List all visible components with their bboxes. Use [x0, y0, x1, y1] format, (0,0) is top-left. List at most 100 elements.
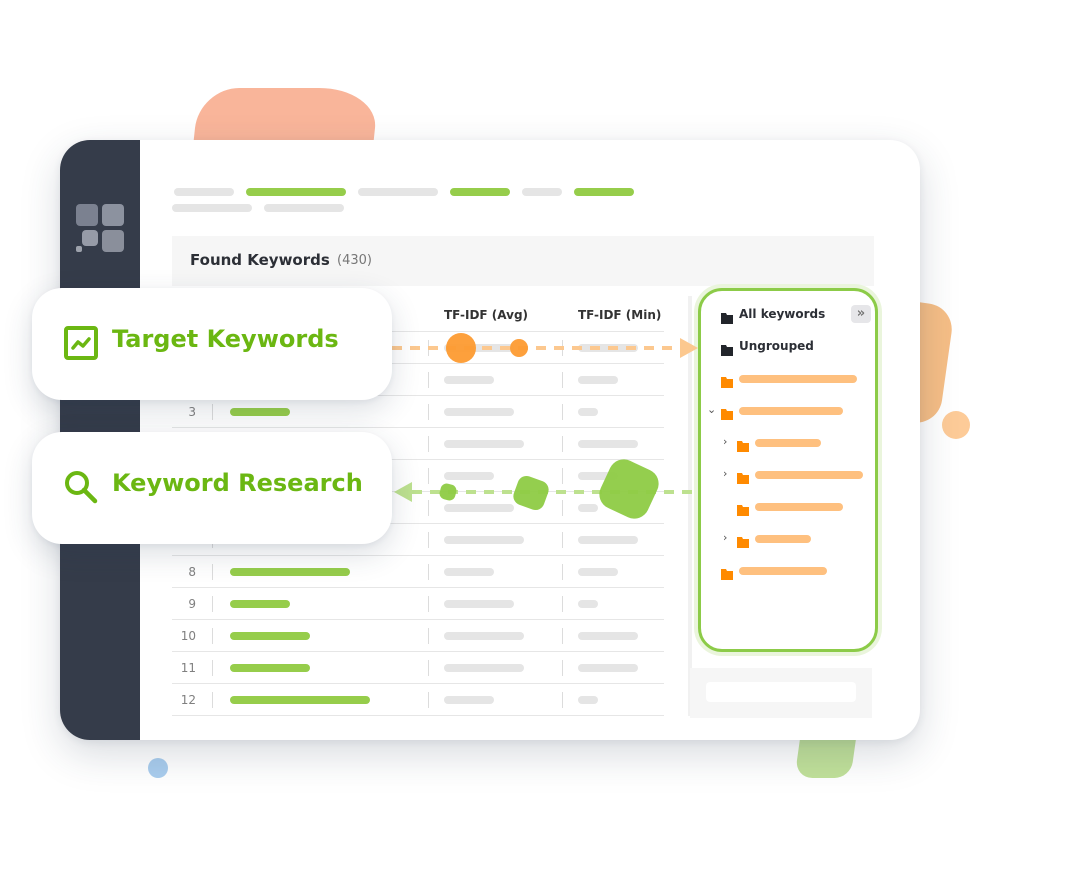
- keyword-placeholder: [230, 664, 310, 672]
- tfidf-min-placeholder: [578, 568, 618, 576]
- group-name-placeholder: [755, 535, 811, 543]
- row-number: 3: [188, 405, 196, 419]
- table-row[interactable]: 9: [172, 588, 664, 620]
- keyword-research-label: Keyword Research: [112, 469, 363, 497]
- keyword-placeholder: [230, 632, 310, 640]
- tree-item[interactable]: Ungrouped: [721, 339, 851, 356]
- table-row[interactable]: 3: [172, 396, 664, 428]
- column-separator: [212, 596, 213, 612]
- column-separator: [428, 532, 429, 548]
- column-separator: [428, 436, 429, 452]
- tfidf-avg-placeholder: [444, 440, 524, 448]
- column-separator: [428, 564, 429, 580]
- column-separator: [428, 692, 429, 708]
- keyword-research-card[interactable]: Keyword Research: [32, 432, 392, 544]
- tfidf-avg-placeholder: [444, 376, 494, 384]
- column-separator: [562, 500, 563, 516]
- tfidf-min-placeholder: [578, 504, 598, 512]
- row-number: 12: [180, 693, 196, 707]
- tfidf-avg-placeholder: [444, 344, 514, 352]
- column-separator: [212, 628, 213, 644]
- column-separator: [562, 372, 563, 388]
- tfidf-min-placeholder: [578, 696, 598, 704]
- column-separator: [428, 628, 429, 644]
- tfidf-avg-placeholder: [444, 504, 514, 512]
- keyword-placeholder: [230, 568, 350, 576]
- chevron-down-icon[interactable]: ⌄: [707, 403, 716, 416]
- tree-group-item[interactable]: ⌄: [707, 403, 871, 420]
- column-header-tfidf-avg[interactable]: TF-IDF (Avg): [444, 308, 528, 322]
- column-separator: [212, 692, 213, 708]
- keyword-placeholder: [230, 600, 290, 608]
- column-separator: [428, 596, 429, 612]
- column-separator: [562, 628, 563, 644]
- tree-group-item[interactable]: [721, 563, 871, 580]
- row-number: 9: [188, 597, 196, 611]
- folder-icon: [737, 437, 749, 452]
- column-separator: [212, 404, 213, 420]
- tfidf-min-placeholder: [578, 344, 638, 352]
- tree-group-item[interactable]: ›: [723, 531, 887, 548]
- column-separator: [428, 500, 429, 516]
- row-number: 11: [180, 661, 196, 675]
- tfidf-avg-placeholder: [444, 696, 494, 704]
- app-logo-icon[interactable]: [76, 204, 124, 252]
- decorative-dot: [942, 411, 970, 439]
- row-number: 10: [180, 629, 196, 643]
- folder-icon: [737, 469, 749, 484]
- tree-footer: [690, 668, 872, 718]
- folder-icon: [721, 373, 733, 388]
- tree-group-item[interactable]: ›: [723, 435, 887, 452]
- tfidf-avg-placeholder: [444, 408, 514, 416]
- group-name-placeholder: [755, 471, 863, 479]
- collapse-panel-button[interactable]: »: [851, 305, 871, 323]
- column-header-tfidf-min[interactable]: TF-IDF (Min): [578, 308, 661, 322]
- column-separator: [562, 340, 563, 356]
- tree-group-item[interactable]: [721, 371, 871, 388]
- tfidf-avg-placeholder: [444, 600, 514, 608]
- tree-group-item[interactable]: [737, 499, 887, 516]
- column-separator: [428, 660, 429, 676]
- group-name-placeholder: [739, 567, 827, 575]
- tfidf-min-placeholder: [578, 664, 638, 672]
- chevron-right-icon[interactable]: ›: [723, 435, 727, 448]
- column-separator: [212, 660, 213, 676]
- tfidf-avg-placeholder: [444, 632, 524, 640]
- column-separator: [562, 468, 563, 484]
- tree-group-item[interactable]: ›: [723, 467, 887, 484]
- column-separator: [562, 692, 563, 708]
- group-name-input[interactable]: [706, 682, 856, 702]
- panel-header: Found Keywords (430): [172, 236, 874, 286]
- folder-icon: [721, 565, 733, 580]
- column-separator: [562, 660, 563, 676]
- tfidf-min-placeholder: [578, 600, 598, 608]
- column-separator: [428, 372, 429, 388]
- column-separator: [562, 532, 563, 548]
- column-separator: [428, 468, 429, 484]
- keyword-groups-tree: » All keywords Ungrouped ⌄ › › ›: [698, 288, 878, 652]
- column-separator: [562, 596, 563, 612]
- tfidf-min-placeholder: [578, 472, 618, 480]
- tfidf-avg-placeholder: [444, 568, 494, 576]
- column-separator: [428, 340, 429, 356]
- target-keywords-label: Target Keywords: [112, 325, 339, 353]
- tree-scrollbar[interactable]: [688, 296, 692, 716]
- column-separator: [562, 436, 563, 452]
- tfidf-min-placeholder: [578, 376, 618, 384]
- chevron-right-icon[interactable]: ›: [723, 467, 727, 480]
- column-separator: [562, 404, 563, 420]
- keyword-placeholder: [230, 408, 290, 416]
- table-row[interactable]: 10: [172, 620, 664, 652]
- keyword-count: (430): [337, 253, 372, 268]
- column-separator: [562, 564, 563, 580]
- group-name-placeholder: [739, 375, 857, 383]
- target-keywords-card[interactable]: Target Keywords: [32, 288, 392, 400]
- tree-item[interactable]: All keywords: [721, 307, 851, 324]
- group-name-placeholder: [739, 407, 843, 415]
- table-row[interactable]: 11: [172, 652, 664, 684]
- group-name-placeholder: [755, 503, 843, 511]
- search-icon: [65, 471, 98, 504]
- table-row[interactable]: 8: [172, 556, 664, 588]
- table-row[interactable]: 12: [172, 684, 664, 716]
- chevron-right-icon[interactable]: ›: [723, 531, 727, 544]
